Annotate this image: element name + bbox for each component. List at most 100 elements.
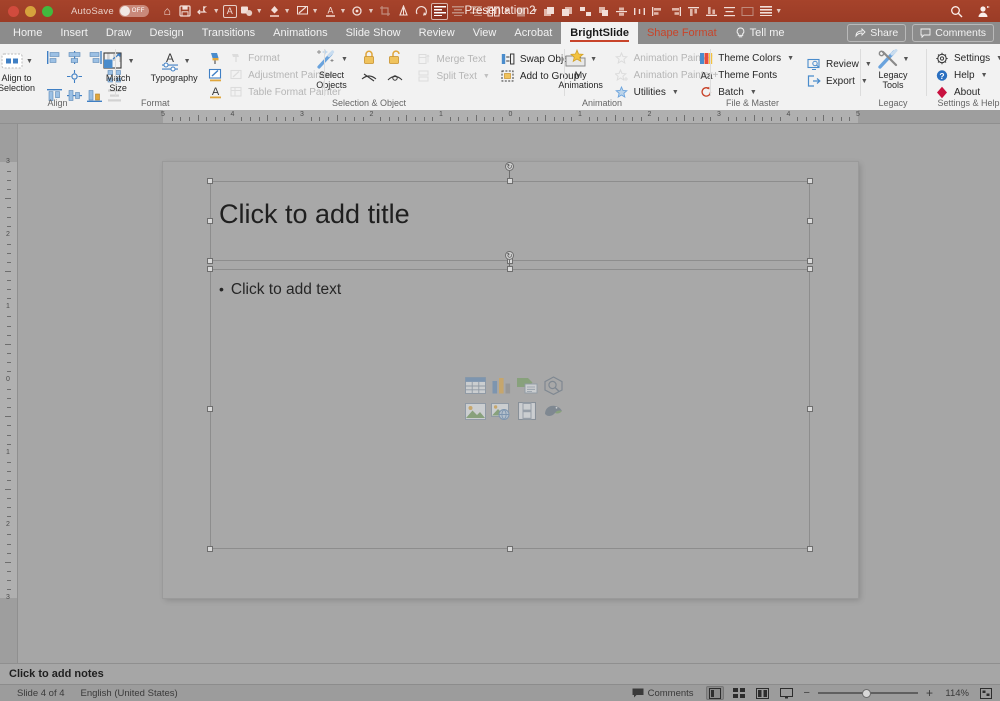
zoom-slider-knob[interactable] <box>861 688 871 698</box>
align-left-icon[interactable] <box>47 50 63 66</box>
paste-caret-icon[interactable]: ▼ <box>531 8 538 15</box>
insert-online-picture-icon[interactable] <box>488 398 514 424</box>
undo-caret-icon[interactable]: ▼ <box>213 8 220 15</box>
search-icon[interactable] <box>948 3 965 20</box>
align-l-icon[interactable] <box>649 3 666 20</box>
fill-color-caret-icon[interactable]: ▼ <box>284 8 291 15</box>
align-center-icon[interactable] <box>449 3 466 20</box>
shape-fill-icon[interactable] <box>238 3 255 20</box>
theme-colors-menu-item[interactable]: Theme Colors ▼ <box>695 50 797 66</box>
slide-canvas[interactable]: Click to add title ↻ • Click to add text <box>18 124 1000 663</box>
insert-stock-images-icon[interactable] <box>540 398 566 424</box>
file-master-menu-left[interactable]: Theme Colors ▼ Aa Theme Fonts Batch ▼ <box>695 50 797 100</box>
vertical-ruler[interactable]: 3 2 1 0 1 2 3 <box>0 124 18 663</box>
tab-slide-show[interactable]: Slide Show <box>337 22 410 44</box>
window-controls[interactable] <box>8 5 53 17</box>
settings-caret-icon[interactable]: ▼ <box>996 55 1000 62</box>
status-comments-button[interactable]: Comments <box>632 688 694 699</box>
theme-fonts-menu-item[interactable]: Aa Theme Fonts <box>695 67 797 83</box>
title-handle-ml[interactable] <box>207 218 213 224</box>
distribute-v-icon[interactable] <box>721 3 738 20</box>
font-color-caret-icon[interactable]: ▼ <box>340 8 347 15</box>
slideshow-button[interactable] <box>778 686 796 700</box>
insert-smartart-icon[interactable] <box>514 372 540 398</box>
rotate-icon[interactable] <box>413 3 430 20</box>
lock-closed-icon[interactable] <box>361 49 377 65</box>
slide-surface[interactable]: Click to add title ↻ • Click to add text <box>163 162 858 598</box>
maximize-window-button[interactable] <box>42 5 53 17</box>
tab-animations[interactable]: Animations <box>264 22 336 44</box>
ungroup-icon[interactable] <box>595 3 612 20</box>
align-r-icon[interactable] <box>667 3 684 20</box>
zoom-level-label[interactable]: 114% <box>941 688 969 699</box>
normal-view-button[interactable] <box>705 686 724 700</box>
align-bottom-icon[interactable] <box>703 3 720 20</box>
insert-video-icon[interactable] <box>514 398 540 424</box>
zoom-in-button[interactable]: + <box>924 686 935 700</box>
tab-acrobat[interactable]: Acrobat <box>505 22 561 44</box>
comments-button[interactable]: Comments <box>912 24 994 42</box>
draw-pen-icon[interactable] <box>294 3 311 20</box>
home-icon[interactable]: ⌂ <box>159 3 176 20</box>
title-handle-tm[interactable] <box>507 178 513 184</box>
tell-me-search[interactable]: Tell me <box>726 22 794 44</box>
columns-icon[interactable] <box>485 3 502 20</box>
align-right-icon[interactable] <box>467 3 484 20</box>
align-top-icon[interactable] <box>685 3 702 20</box>
notes-pane[interactable]: Click to add notes <box>0 663 1000 684</box>
font-color-icon[interactable]: A <box>322 3 339 20</box>
autosave-toggle[interactable]: OFF <box>118 5 149 17</box>
theme-colors-caret-icon[interactable]: ▼ <box>787 55 794 62</box>
zoom-out-button[interactable]: − <box>802 687 812 699</box>
tab-shape-format[interactable]: Shape Format <box>638 22 726 44</box>
lock-open-icon[interactable] <box>387 49 403 65</box>
content-handle-br[interactable] <box>807 546 813 552</box>
reading-view-button[interactable] <box>754 686 772 700</box>
zoom-slider[interactable] <box>817 686 918 700</box>
effects-caret-icon[interactable]: ▼ <box>367 8 374 15</box>
fit-to-window-button[interactable] <box>977 686 995 700</box>
tab-transitions[interactable]: Transitions <box>193 22 264 44</box>
show-icon[interactable] <box>387 69 403 85</box>
title-placeholder[interactable]: Click to add title <box>210 181 810 261</box>
content-placeholder[interactable]: • Click to add text <box>210 269 810 549</box>
flip-icon[interactable] <box>395 3 412 20</box>
draw-pen-caret-icon[interactable]: ▼ <box>312 8 319 15</box>
content-handle-bl[interactable] <box>207 546 213 552</box>
title-rotate-handle[interactable]: ↻ <box>505 162 514 171</box>
text-box-icon[interactable]: A <box>222 4 237 18</box>
align-to-selection-caret-icon[interactable]: ▼ <box>26 58 33 65</box>
title-handle-mr[interactable] <box>807 218 813 224</box>
tab-design[interactable]: Design <box>141 22 193 44</box>
legacy-tools-caret-icon[interactable]: ▼ <box>903 56 910 63</box>
content-handle-tm[interactable] <box>507 266 513 272</box>
effects-icon[interactable] <box>349 3 366 20</box>
insert-content-icon-grid[interactable] <box>462 372 566 424</box>
columns-caret-icon[interactable]: ▼ <box>503 8 510 15</box>
horizontal-ruler[interactable]: 5 4 3 2 1 0 1 2 3 4 5 <box>0 110 1000 124</box>
list-icon[interactable] <box>757 3 774 20</box>
selection-menu-left[interactable]: Merge Text Split Text ▼ <box>413 51 492 84</box>
format-brush-icon[interactable] <box>207 50 223 66</box>
tab-draw[interactable]: Draw <box>97 22 141 44</box>
adjustment-pen-icon[interactable] <box>207 67 223 83</box>
language-indicator[interactable]: English (United States) <box>81 688 178 699</box>
tab-view[interactable]: View <box>464 22 506 44</box>
my-animations-caret-icon[interactable]: ▼ <box>590 56 597 63</box>
content-handle-tr[interactable] <box>807 266 813 272</box>
shape-fill-caret-icon[interactable]: ▼ <box>256 8 263 15</box>
title-handle-bl[interactable] <box>207 258 213 264</box>
insert-3d-model-icon[interactable] <box>540 372 566 398</box>
content-rotate-handle[interactable]: ↻ <box>505 251 514 260</box>
typography-button[interactable]: A ▼ Typography <box>143 47 205 84</box>
share-button[interactable]: Share <box>847 24 907 42</box>
match-size-button[interactable]: ▼ Match Size <box>95 47 141 94</box>
insert-picture-icon[interactable] <box>462 398 488 424</box>
minimize-window-button[interactable] <box>25 5 36 17</box>
align-center-h-icon[interactable] <box>67 50 83 66</box>
title-handle-tr[interactable] <box>807 178 813 184</box>
help-menu-item[interactable]: ? Help ▼ <box>931 67 1000 83</box>
group-icon[interactable] <box>577 3 594 20</box>
more-caret-icon[interactable]: ▼ <box>775 8 782 15</box>
utilities-caret-icon[interactable]: ▼ <box>672 89 679 96</box>
